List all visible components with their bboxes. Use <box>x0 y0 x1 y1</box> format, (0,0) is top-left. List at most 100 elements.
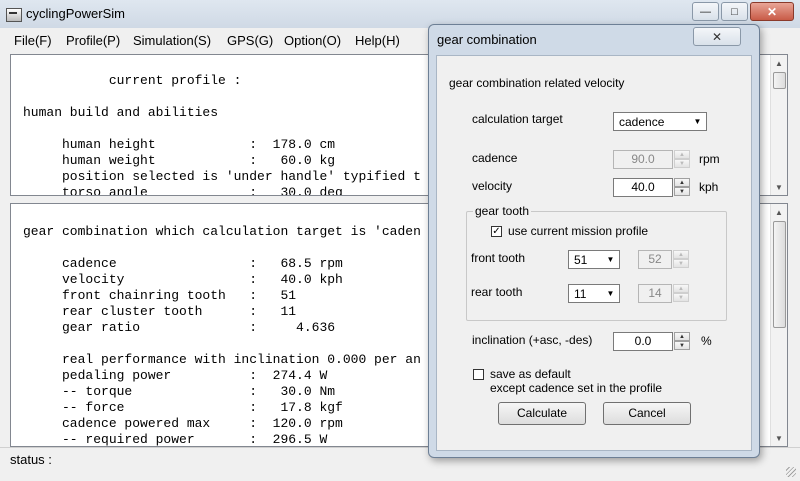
front-tooth-spinner[interactable]: ▲ ▼ <box>673 250 689 269</box>
inclination-field[interactable]: 0.0 <box>613 332 673 351</box>
velocity-spinner[interactable]: ▲ ▼ <box>674 178 690 197</box>
text-line: -- force : 17.8 kgf <box>23 400 343 415</box>
text-line: current profile : <box>23 73 242 88</box>
dialog-body: gear combination related velocity calcul… <box>436 55 752 451</box>
minimize-button[interactable]: — <box>692 2 719 21</box>
menu-profile[interactable]: Profile(P) <box>66 33 120 48</box>
front-tooth-label: front tooth <box>471 251 526 265</box>
calc-target-value: cadence <box>619 115 665 129</box>
spin-down-icon[interactable]: ▼ <box>673 293 689 302</box>
text-line: rear cluster tooth : 11 <box>23 304 297 319</box>
save-default-label: save as default <box>490 367 571 381</box>
front-tooth-select[interactable]: 51 ▼ <box>568 250 620 269</box>
rear-tooth-value: 11 <box>574 287 587 301</box>
profile-text: current profile : human build and abilit… <box>23 73 421 196</box>
save-default-sublabel: except cadence set in the profile <box>490 381 663 395</box>
minimize-icon: — <box>700 5 711 18</box>
spin-down-icon[interactable]: ▼ <box>674 341 690 350</box>
calculate-button[interactable]: Calculate <box>498 402 586 425</box>
text-line: human weight : 60.0 kg <box>23 153 336 168</box>
velocity-label: velocity <box>472 179 513 193</box>
save-default-checkbox[interactable] <box>473 369 484 380</box>
result-text: gear combination which calculation targe… <box>23 224 421 447</box>
text-line: torso angle : 30.0 deg <box>23 185 343 196</box>
spin-up-icon[interactable]: ▲ <box>673 284 689 293</box>
menu-gps[interactable]: GPS(G) <box>227 33 273 48</box>
text-line: -- torque : 30.0 Nm <box>23 384 336 399</box>
close-button[interactable]: ✕ <box>750 2 794 21</box>
profile-scrollbar[interactable]: ▲ ▼ <box>770 55 787 195</box>
spin-down-icon[interactable]: ▼ <box>674 159 690 168</box>
cancel-button[interactable]: Cancel <box>603 402 691 425</box>
text-line <box>23 121 421 137</box>
text-line <box>23 336 421 352</box>
use-mission-checkbox[interactable]: ✓ <box>491 226 502 237</box>
inclination-spinner[interactable]: ▲ ▼ <box>674 332 690 351</box>
resize-grip-icon[interactable] <box>786 467 796 477</box>
spin-up-icon[interactable]: ▲ <box>674 332 690 341</box>
rear-tooth-label: rear tooth <box>471 285 523 299</box>
dialog-close-button[interactable]: ✕ <box>693 27 741 46</box>
text-line: -- required power : 296.5 W <box>23 432 328 447</box>
dialog-title: gear combination <box>437 32 537 47</box>
gear-tooth-group-title: gear tooth <box>473 204 532 218</box>
inclination-unit: % <box>701 334 712 348</box>
velocity-field[interactable]: 40.0 <box>613 178 673 197</box>
inclination-label: inclination (+asc, -des) <box>472 333 593 347</box>
menu-simulation[interactable]: Simulation(S) <box>133 33 211 48</box>
chevron-down-icon: ▼ <box>693 117 702 126</box>
cadence-unit: rpm <box>699 152 720 166</box>
scroll-down-arrow-icon[interactable]: ▼ <box>771 430 787 446</box>
chevron-down-icon: ▼ <box>606 289 615 298</box>
rear-tooth-spin-field[interactable]: 14 <box>638 284 672 303</box>
text-line: front chainring tooth : 51 <box>23 288 297 303</box>
result-scrollbar[interactable]: ▲ ▼ <box>770 204 787 446</box>
text-line: gear ratio : 4.636 <box>23 320 336 335</box>
text-line <box>23 240 421 256</box>
use-mission-label: use current mission profile <box>508 224 649 238</box>
scroll-up-arrow-icon[interactable]: ▲ <box>771 55 787 71</box>
status-label: status : <box>10 452 52 467</box>
text-line: velocity : 40.0 kph <box>23 272 343 287</box>
close-icon: ✕ <box>711 29 723 44</box>
spin-up-icon[interactable]: ▲ <box>673 250 689 259</box>
spin-up-icon[interactable]: ▲ <box>674 150 690 159</box>
calc-target-label: calculation target <box>472 112 563 126</box>
scroll-down-arrow-icon[interactable]: ▼ <box>771 179 787 195</box>
scroll-up-arrow-icon[interactable]: ▲ <box>771 204 787 220</box>
cadence-spinner[interactable]: ▲ ▼ <box>674 150 690 169</box>
text-line <box>23 89 421 105</box>
text-line: gear combination which calculation targe… <box>23 224 421 239</box>
text-line: real performance with inclination 0.000 … <box>23 352 421 367</box>
spin-down-icon[interactable]: ▼ <box>673 259 689 268</box>
text-line: position selected is 'under handle' typi… <box>23 169 421 184</box>
calc-target-select[interactable]: cadence ▼ <box>613 112 707 131</box>
cadence-label: cadence <box>472 151 518 165</box>
cadence-field[interactable]: 90.0 <box>613 150 673 169</box>
spin-down-icon[interactable]: ▼ <box>674 187 690 196</box>
close-icon: ✕ <box>766 4 778 19</box>
text-line: human height : 178.0 cm <box>23 137 336 152</box>
spin-up-icon[interactable]: ▲ <box>674 178 690 187</box>
window-title: cyclingPowerSim <box>26 6 125 21</box>
app-icon[interactable] <box>6 8 22 22</box>
text-line: cadence powered max : 120.0 rpm <box>23 416 343 431</box>
maximize-button[interactable]: □ <box>721 2 748 21</box>
checkmark-icon: ✓ <box>492 226 501 237</box>
menu-file[interactable]: File(F) <box>14 33 52 48</box>
chevron-down-icon: ▼ <box>606 255 615 264</box>
text-line: pedaling power : 274.4 W <box>23 368 328 383</box>
rear-tooth-spinner[interactable]: ▲ ▼ <box>673 284 689 303</box>
text-line: cadence : 68.5 rpm <box>23 256 343 271</box>
menu-option[interactable]: Option(O) <box>284 33 341 48</box>
velocity-unit: kph <box>699 180 719 194</box>
scroll-thumb[interactable] <box>773 72 786 89</box>
front-tooth-spin-field[interactable]: 52 <box>638 250 672 269</box>
dialog-heading: gear combination related velocity <box>449 76 625 90</box>
rear-tooth-select[interactable]: 11 ▼ <box>568 284 620 303</box>
scroll-thumb[interactable] <box>773 221 786 328</box>
maximize-icon: □ <box>731 5 738 18</box>
front-tooth-value: 51 <box>574 253 588 267</box>
caption-buttons: — □ ✕ <box>690 2 794 21</box>
menu-help[interactable]: Help(H) <box>355 33 400 48</box>
